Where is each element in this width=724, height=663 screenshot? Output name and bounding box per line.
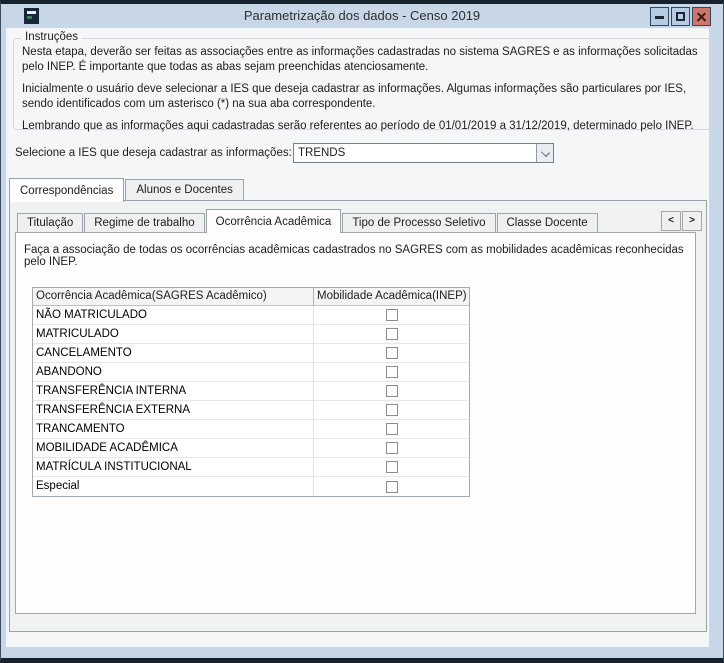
ies-combobox-value: TRENDS xyxy=(298,144,345,162)
table-row[interactable]: Especial xyxy=(33,477,469,496)
tab-scroll-buttons: < > xyxy=(661,211,702,231)
occurrence-label: MATRICULADO xyxy=(33,325,314,343)
maximize-button[interactable] xyxy=(671,7,690,26)
mobilidade-checkbox[interactable] xyxy=(386,461,398,473)
table-row[interactable]: NÃO MATRICULADO xyxy=(33,306,469,325)
mobilidade-checkbox[interactable] xyxy=(386,347,398,359)
occurrence-label: NÃO MATRICULADO xyxy=(33,306,314,324)
occurrence-label: TRANSFERÊNCIA EXTERNA xyxy=(33,401,314,419)
occurrence-label: ABANDONO xyxy=(33,363,314,381)
column-header-inep: Mobilidade Acadêmica(INEP) xyxy=(314,288,469,305)
mobilidade-checkbox[interactable] xyxy=(386,404,398,416)
inner-tab-strip: Titulação Regime de trabalho Ocorrência … xyxy=(17,209,598,233)
table-row[interactable]: TRANSFERÊNCIA EXTERNA xyxy=(33,401,469,420)
instructions-paragraph: Lembrando que as informações aqui cadast… xyxy=(22,119,704,134)
mobilidade-checkbox[interactable] xyxy=(386,481,398,493)
table-row[interactable]: ABANDONO xyxy=(33,363,469,382)
table-row[interactable]: MATRÍCULA INSTITUCIONAL xyxy=(33,458,469,477)
table-row[interactable]: CANCELAMENTO xyxy=(33,344,469,363)
table-header-row: Ocorrência Acadêmica(SAGRES Acadêmico) M… xyxy=(33,288,469,306)
title-bar[interactable]: Parametrização dos dados - Censo 2019 xyxy=(1,4,723,28)
tab-tipo-de-processo-seletivo[interactable]: Tipo de Processo Seletivo xyxy=(342,213,495,232)
instructions-paragraph: Nesta etapa, deverão ser feitas as assoc… xyxy=(22,45,704,74)
tab-titulacao[interactable]: Titulação xyxy=(17,213,83,232)
instructions-title: Instruções xyxy=(21,31,82,43)
occurrence-label: Especial xyxy=(33,477,314,496)
instructions-groupbox: Instruções Nesta etapa, deverão ser feit… xyxy=(13,38,713,130)
maximize-icon xyxy=(676,12,685,21)
occurrence-label: MOBILIDADE ACADÊMICA xyxy=(33,439,314,457)
occurrence-label: TRANSFERÊNCIA INTERNA xyxy=(33,382,314,400)
minimize-icon xyxy=(655,16,664,19)
table-row[interactable]: MOBILIDADE ACADÊMICA xyxy=(33,439,469,458)
instructions-paragraph: Inicialmente o usuário deve selecionar a… xyxy=(22,82,704,111)
ies-combobox[interactable]: TRENDS xyxy=(293,143,554,163)
dialog-window: Parametrização dos dados - Censo 2019 In… xyxy=(0,0,724,663)
close-button[interactable] xyxy=(692,7,711,26)
ies-select-label: Selecione a IES que deseja cadastrar as … xyxy=(15,147,292,159)
tab-ocorrencia-academica[interactable]: Ocorrência Acadêmica xyxy=(206,209,342,233)
association-description: Faça a associação de todas os ocorrência… xyxy=(24,244,689,268)
app-icon xyxy=(24,8,39,24)
tab-classe-docente[interactable]: Classe Docente xyxy=(497,213,598,232)
mobilidade-checkbox[interactable] xyxy=(386,442,398,454)
ocorrencia-academica-panel: Faça a associação de todas os ocorrência… xyxy=(15,232,696,614)
occurrence-label: TRANCAMENTO xyxy=(33,420,314,438)
association-table: Ocorrência Acadêmica(SAGRES Acadêmico) M… xyxy=(32,287,470,497)
tab-correspondencias[interactable]: Correspondências xyxy=(9,178,124,202)
column-header-sagres: Ocorrência Acadêmica(SAGRES Acadêmico) xyxy=(33,288,314,305)
outer-tab-strip: Correspondências Alunos e Docentes xyxy=(9,177,244,201)
ies-combobox-dropdown-button[interactable] xyxy=(536,144,553,162)
mobilidade-checkbox[interactable] xyxy=(386,385,398,397)
window-title: Parametrização dos dados - Censo 2019 xyxy=(1,4,723,28)
tab-regime-de-trabalho[interactable]: Regime de trabalho xyxy=(84,213,204,232)
mobilidade-checkbox[interactable] xyxy=(386,423,398,435)
table-row[interactable]: MATRICULADO xyxy=(33,325,469,344)
mobilidade-checkbox[interactable] xyxy=(386,366,398,378)
occurrence-label: MATRÍCULA INSTITUCIONAL xyxy=(33,458,314,476)
tab-scroll-left-button[interactable]: < xyxy=(661,211,681,231)
mobilidade-checkbox[interactable] xyxy=(386,309,398,321)
correspondencias-tab-page: Titulação Regime de trabalho Ocorrência … xyxy=(9,200,707,632)
tab-alunos-e-docentes[interactable]: Alunos e Docentes xyxy=(125,179,244,200)
table-row[interactable]: TRANCAMENTO xyxy=(33,420,469,439)
dialog-client-area: Instruções Nesta etapa, deverão ser feit… xyxy=(6,28,709,647)
occurrence-label: CANCELAMENTO xyxy=(33,344,314,362)
minimize-button[interactable] xyxy=(650,7,669,26)
table-row[interactable]: TRANSFERÊNCIA INTERNA xyxy=(33,382,469,401)
tab-scroll-right-button[interactable]: > xyxy=(682,211,702,231)
mobilidade-checkbox[interactable] xyxy=(386,328,398,340)
chevron-down-icon xyxy=(542,149,549,156)
